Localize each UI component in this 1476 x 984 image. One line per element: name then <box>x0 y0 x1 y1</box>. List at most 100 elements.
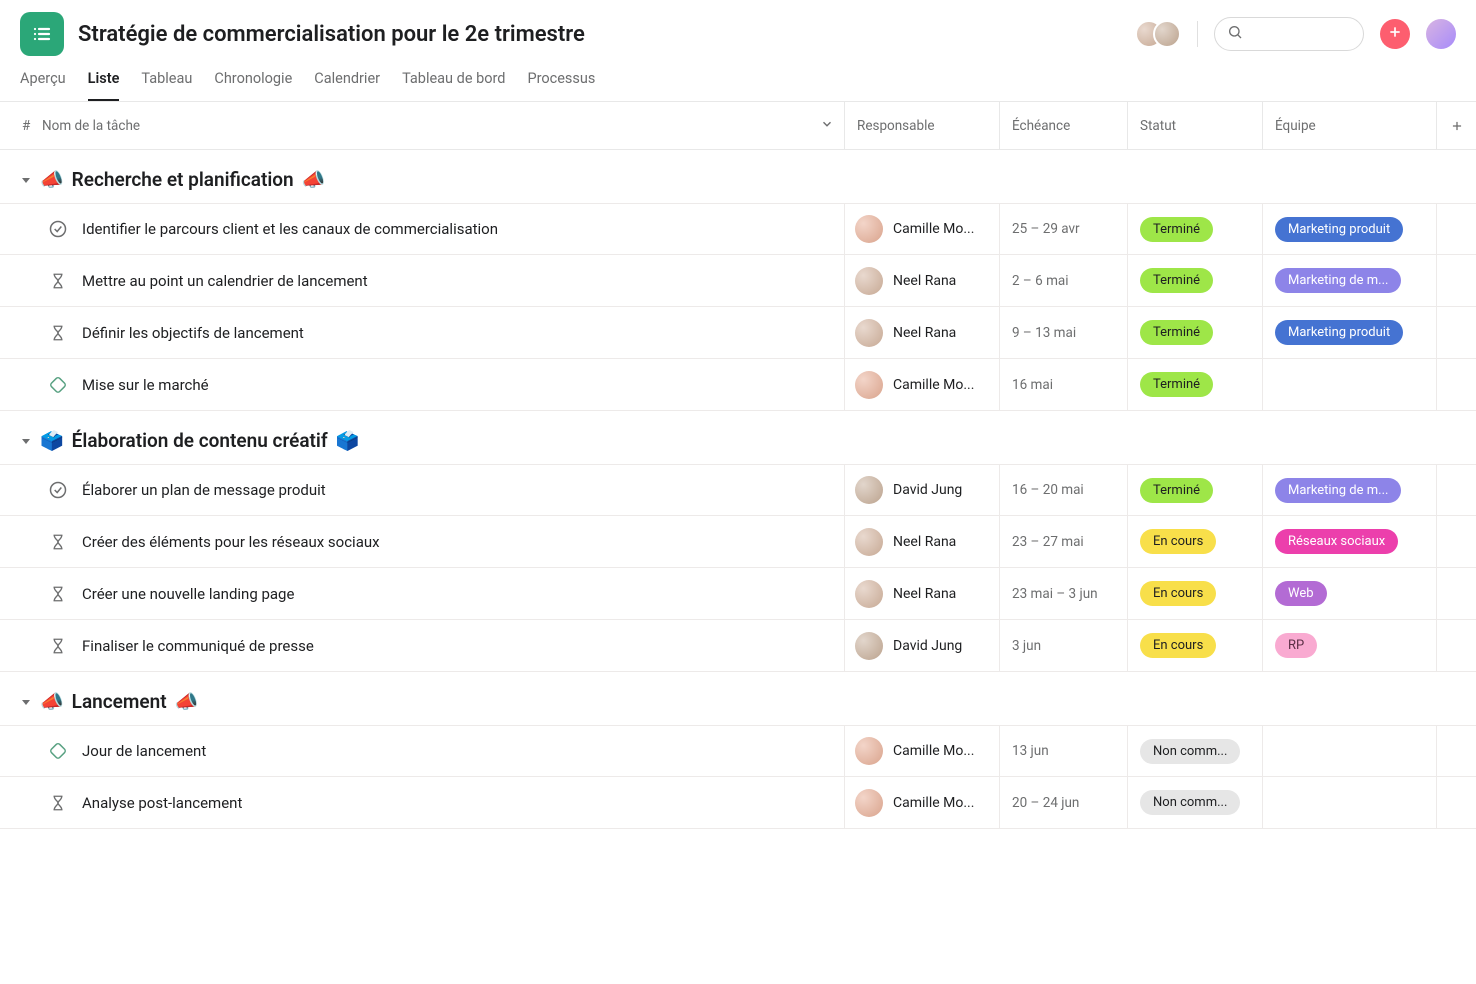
project-title[interactable]: Stratégie de commercialisation pour le 2… <box>78 22 1121 47</box>
task-name: Analyse post-lancement <box>82 794 242 812</box>
column-status[interactable]: Statut <box>1140 118 1176 134</box>
task-row[interactable]: Finaliser le communiqué de presseDavid J… <box>0 620 1476 672</box>
cell-status[interactable]: Non comm... <box>1127 777 1262 828</box>
search-input[interactable] <box>1249 27 1351 42</box>
cell-responsible[interactable]: Neel Rana <box>844 516 999 567</box>
task-name: Élaborer un plan de message produit <box>82 481 326 499</box>
cell-due[interactable]: 20 – 24 jun <box>999 777 1127 828</box>
cell-trailing <box>1436 255 1476 306</box>
member-avatar-stack[interactable] <box>1135 20 1181 48</box>
tab-processus[interactable]: Processus <box>527 70 595 101</box>
section-header[interactable]: 🗳️Élaboration de contenu créatif🗳️ <box>0 411 1476 464</box>
cell-due[interactable]: 25 – 29 avr <box>999 204 1127 254</box>
section-header[interactable]: 📣Lancement📣 <box>0 672 1476 725</box>
assignee-avatar <box>855 580 883 608</box>
tab-calendrier[interactable]: Calendrier <box>314 70 380 101</box>
cell-status[interactable]: En cours <box>1127 516 1262 567</box>
cell-due[interactable]: 16 mai <box>999 359 1127 410</box>
user-avatar[interactable] <box>1426 19 1456 49</box>
cell-responsible[interactable]: Neel Rana <box>844 255 999 306</box>
tab-aperçu[interactable]: Aperçu <box>20 70 66 101</box>
task-row[interactable]: Définir les objectifs de lancementNeel R… <box>0 307 1476 359</box>
cell-due[interactable]: 9 – 13 mai <box>999 307 1127 358</box>
assignee-name: Neel Rana <box>893 534 956 550</box>
cell-due[interactable]: 23 mai – 3 jun <box>999 568 1127 619</box>
cell-team[interactable]: RP <box>1262 620 1436 671</box>
assignee-name: Camille Mo... <box>893 795 974 811</box>
assignee-avatar <box>855 789 883 817</box>
task-row[interactable]: Mise sur le marché Camille Mo... 16 maiTer… <box>0 359 1476 411</box>
cell-status[interactable]: En cours <box>1127 568 1262 619</box>
cell-status[interactable]: Terminé <box>1127 204 1262 254</box>
cell-team[interactable] <box>1262 359 1436 410</box>
hourglass-icon <box>48 793 68 813</box>
cell-status[interactable]: Terminé <box>1127 465 1262 515</box>
tab-chronologie[interactable]: Chronologie <box>214 70 292 101</box>
add-button[interactable] <box>1380 19 1410 49</box>
status-badge: Non comm... <box>1140 790 1240 815</box>
cell-trailing <box>1436 726 1476 776</box>
cell-team[interactable] <box>1262 777 1436 828</box>
cell-team[interactable]: Web <box>1262 568 1436 619</box>
task-row[interactable]: Analyse post-lancement Camille Mo... 20 – … <box>0 777 1476 829</box>
task-row[interactable]: Créer des éléments pour les réseaux soci… <box>0 516 1476 568</box>
team-badge: Marketing produit <box>1275 320 1403 345</box>
cell-team[interactable]: Marketing produit <box>1262 307 1436 358</box>
cell-responsible[interactable]: Camille Mo... <box>844 777 999 828</box>
cell-responsible[interactable]: David Jung <box>844 620 999 671</box>
assignee-avatar <box>855 319 883 347</box>
search-icon <box>1227 24 1243 44</box>
task-row[interactable]: Mettre au point un calendrier de lanceme… <box>0 255 1476 307</box>
cell-due[interactable]: 23 – 27 mai <box>999 516 1127 567</box>
cell-team[interactable]: Réseaux sociaux <box>1262 516 1436 567</box>
task-name: Mettre au point un calendrier de lanceme… <box>82 272 368 290</box>
milestone-icon <box>48 375 68 395</box>
cell-team[interactable]: Marketing de m... <box>1262 465 1436 515</box>
cell-due[interactable]: 13 jun <box>999 726 1127 776</box>
cell-responsible[interactable]: Camille Mo... <box>844 204 999 254</box>
cell-status[interactable]: Terminé <box>1127 359 1262 410</box>
section-header[interactable]: 📣Recherche et planification📣 <box>0 150 1476 203</box>
tab-liste[interactable]: Liste <box>88 70 120 101</box>
team-badge: Marketing de m... <box>1275 478 1401 503</box>
cell-team[interactable] <box>1262 726 1436 776</box>
column-responsible[interactable]: Responsable <box>857 118 935 134</box>
search-box[interactable] <box>1214 17 1364 51</box>
assignee-name: Camille Mo... <box>893 377 974 393</box>
tab-tableau-de-bord[interactable]: Tableau de bord <box>402 70 505 101</box>
task-row[interactable]: Créer une nouvelle landing pageNeel Rana… <box>0 568 1476 620</box>
cell-due[interactable]: 16 – 20 mai <box>999 465 1127 515</box>
cell-responsible[interactable]: Camille Mo... <box>844 359 999 410</box>
cell-status[interactable]: Terminé <box>1127 307 1262 358</box>
chevron-down-icon[interactable] <box>820 117 834 135</box>
column-task-name[interactable]: Nom de la tâche <box>42 118 140 134</box>
task-row[interactable]: Jour de lancementCamille Mo...13 junNon … <box>0 725 1476 777</box>
tab-tableau[interactable]: Tableau <box>141 70 192 101</box>
cell-responsible[interactable]: Neel Rana <box>844 307 999 358</box>
column-due[interactable]: Échéance <box>1012 118 1070 134</box>
cell-status[interactable]: Terminé <box>1127 255 1262 306</box>
cell-responsible[interactable]: Camille Mo... <box>844 726 999 776</box>
view-tabs: Aperçu Liste Tableau Chronologie Calendrier T… <box>0 56 1476 102</box>
section-emoji: 🗳️ <box>40 429 64 452</box>
cell-trailing <box>1436 620 1476 671</box>
project-icon[interactable] <box>20 12 64 56</box>
cell-team[interactable]: Marketing produit <box>1262 204 1436 254</box>
cell-status[interactable]: En cours <box>1127 620 1262 671</box>
task-name: Mise sur le marché <box>82 376 209 394</box>
cell-status[interactable]: Non comm... <box>1127 726 1262 776</box>
task-row[interactable]: Identifier le parcours client et les can… <box>0 203 1476 255</box>
cell-responsible[interactable]: Neel Rana <box>844 568 999 619</box>
assignee-name: Neel Rana <box>893 325 956 341</box>
cell-responsible[interactable]: David Jung <box>844 465 999 515</box>
task-row[interactable]: Élaborer un plan de message produit David… <box>0 464 1476 516</box>
assignee-name: Neel Rana <box>893 586 956 602</box>
column-team[interactable]: Équipe <box>1275 118 1316 134</box>
cell-due[interactable]: 2 – 6 mai <box>999 255 1127 306</box>
caret-down-icon <box>20 168 32 191</box>
assignee-name: David Jung <box>893 638 962 654</box>
section-title: Élaboration de contenu créatif <box>72 429 328 452</box>
cell-due[interactable]: 3 jun <box>999 620 1127 671</box>
add-column-button[interactable] <box>1436 102 1476 149</box>
cell-team[interactable]: Marketing de m... <box>1262 255 1436 306</box>
